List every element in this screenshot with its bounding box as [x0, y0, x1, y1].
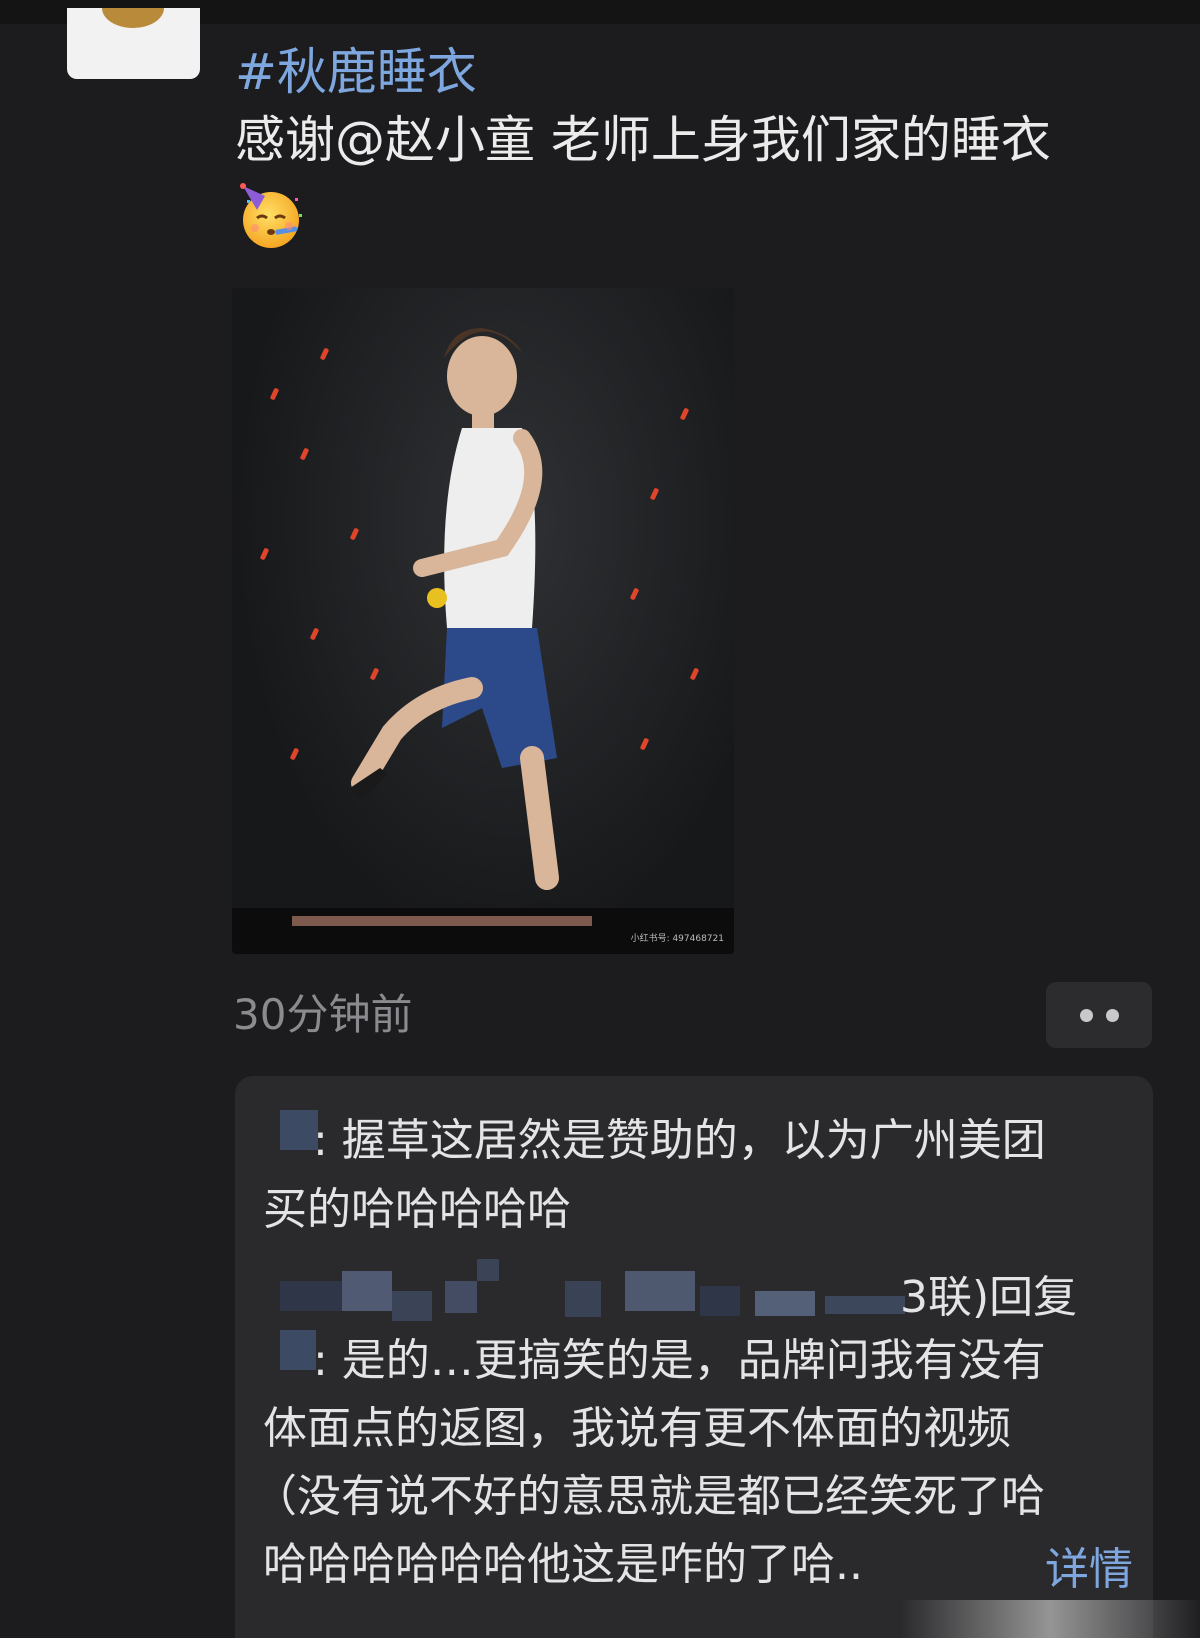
- comment-first-line2: 买的哈哈哈哈哈: [263, 1184, 571, 1235]
- avatar-image: [102, 8, 164, 28]
- hashtag-link[interactable]: #秋鹿睡衣: [235, 42, 477, 102]
- more-dot-icon: [1105, 1008, 1119, 1022]
- more-options-button[interactable]: [1046, 982, 1152, 1048]
- pixelated-username: [280, 1330, 316, 1370]
- detail-link[interactable]: 详情: [1045, 1540, 1133, 1600]
- comment-card[interactable]: : 握草这居然是赞助的，以为广州美团 买的哈哈哈哈哈 3联)回复 : 是的…更搞…: [235, 1076, 1153, 1638]
- reply-line4: 哈哈哈哈哈哈他这是咋的了哈..: [263, 1539, 863, 1590]
- post-text: 感谢@赵小童 老师上身我们家的睡衣: [235, 111, 1051, 169]
- avatar[interactable]: [67, 8, 200, 79]
- more-dot-icon: [1079, 1008, 1093, 1022]
- post-timestamp: 30分钟前: [233, 990, 413, 1039]
- reply-line2: 体面点的返图，我说有更不体面的视频: [263, 1403, 1011, 1454]
- reply-line1: : 是的…更搞笑的是，品牌问我有没有: [313, 1335, 1046, 1386]
- photo-watermark: 小红书号: 497468721: [630, 934, 724, 944]
- comment-first-line1: : 握草这居然是赞助的，以为广州美团: [313, 1115, 1046, 1166]
- post-photo[interactable]: 小红书号: 497468721: [232, 288, 734, 954]
- reply-line3: （没有说不好的意思就是都已经笑死了哈: [253, 1471, 1045, 1522]
- performer-figure: [232, 328, 734, 954]
- reply-header-tail[interactable]: 3联)回复: [900, 1268, 1077, 1328]
- bottom-fade: [900, 1600, 1200, 1638]
- partying-face-emoji-icon: [240, 183, 302, 248]
